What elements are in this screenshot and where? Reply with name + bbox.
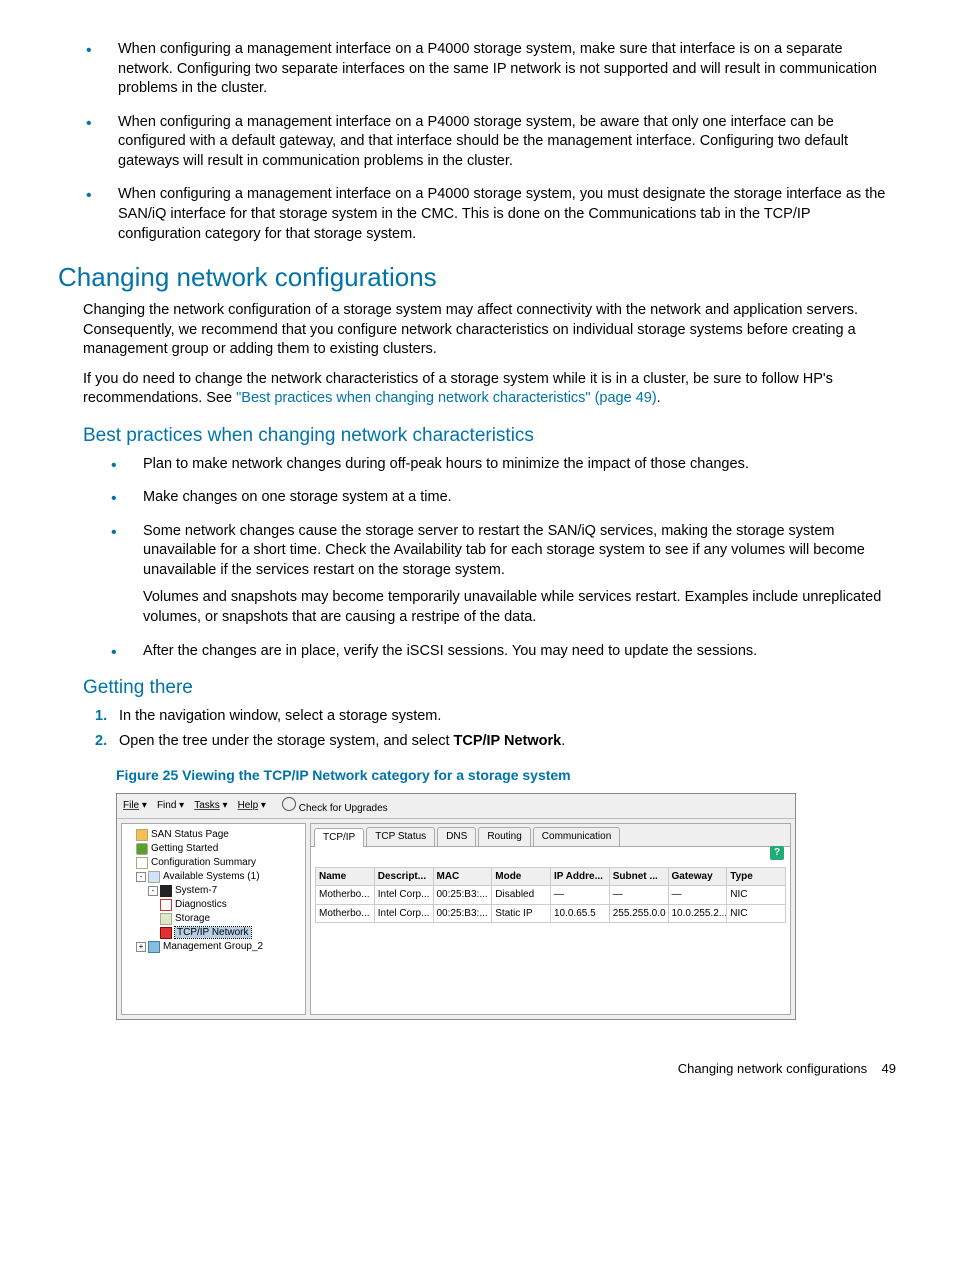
tree-storage[interactable]: Storage [160,912,303,926]
tab-tcp-status[interactable]: TCP Status [366,827,435,846]
collapse-icon[interactable]: - [148,886,158,896]
table-row[interactable]: Motherbo... Intel Corp... 00:25:B3:... S… [316,904,786,923]
bullet-item: Some network changes cause the storage s… [83,522,896,628]
menu-find[interactable]: Find ▾ [157,799,184,813]
para-intro-2: If you do need to change the network cha… [58,370,896,409]
text: . [657,390,661,406]
col-mac[interactable]: MAC [433,867,492,886]
nic-table: Name Descript... MAC Mode IP Addre... Su… [315,867,786,924]
col-name[interactable]: Name [316,867,375,886]
menu-file[interactable]: File ▾ [123,799,147,813]
menu-upgrades[interactable]: Check for Upgrades [276,797,388,816]
diagnostics-icon [160,899,172,911]
menubar: File ▾ Find ▾ Tasks ▾ Help ▾ Check for U… [117,794,795,820]
storage-icon [160,913,172,925]
tree-san-status[interactable]: SAN Status Page [136,828,303,842]
bold-tcpip: TCP/IP Network [454,733,562,749]
tree-pane: SAN Status Page Getting Started Configur… [121,823,306,1015]
tree-available-systems[interactable]: -Available Systems (1) -System-7 Diagnos… [136,870,303,940]
tree-getting-started[interactable]: Getting Started [136,842,303,856]
intro-bullets: When configuring a management interface … [58,40,896,244]
help-icon[interactable]: ? [770,846,784,860]
best-practices-list: Plan to make network changes during off-… [58,455,896,662]
expand-icon[interactable]: + [136,942,146,952]
bullet-item: After the changes are in place, verify t… [83,642,896,662]
figure-window: File ▾ Find ▾ Tasks ▾ Help ▾ Check for U… [116,793,796,1021]
menu-tasks[interactable]: Tasks ▾ [194,799,227,813]
heading-changing-network: Changing network configurations [58,260,896,295]
home-icon [136,829,148,841]
heading-best-practices: Best practices when changing network cha… [58,423,896,449]
collapse-icon[interactable]: - [136,872,146,882]
nested-note: Volumes and snapshots may become tempora… [143,588,896,627]
page-footer: Changing network configurations 49 [58,1060,896,1078]
update-icon [282,797,296,811]
text: Some network changes cause the storage s… [143,523,865,578]
tab-routing[interactable]: Routing [478,827,530,846]
para-intro-1: Changing the network configuration of a … [58,301,896,360]
table-row[interactable]: Motherbo... Intel Corp... 00:25:B3:... D… [316,886,786,905]
tree-config-summary[interactable]: Configuration Summary [136,856,303,870]
tree-diagnostics[interactable]: Diagnostics [160,898,303,912]
tree-system-7[interactable]: -System-7 Diagnostics Storage TCP/IP Net… [148,884,303,940]
heading-getting-there: Getting there [58,675,896,701]
tab-tcpip[interactable]: TCP/IP [314,828,364,847]
link-best-practices[interactable]: "Best practices when changing network ch… [236,390,657,406]
sigma-icon [136,857,148,869]
tree-tcpip-network[interactable]: TCP/IP Network [160,926,303,940]
bullet-item: Plan to make network changes during off-… [83,455,896,475]
group-icon [148,871,160,883]
text: Open the tree under the storage system, … [119,733,454,749]
detail-pane: TCP/IP TCP Status DNS Routing Communicat… [310,823,791,1015]
bullet-item: When configuring a management interface … [58,113,896,172]
col-ip[interactable]: IP Addre... [551,867,610,886]
text: . [561,733,565,749]
col-subnet[interactable]: Subnet ... [609,867,668,886]
col-type[interactable]: Type [727,867,786,886]
col-gateway[interactable]: Gateway [668,867,727,886]
col-description[interactable]: Descript... [374,867,433,886]
tab-dns[interactable]: DNS [437,827,476,846]
steps-list: In the navigation window, select a stora… [58,707,896,752]
network-icon [160,927,172,939]
step-1: In the navigation window, select a stora… [83,707,896,727]
tab-strip: TCP/IP TCP Status DNS Routing Communicat… [311,824,790,847]
table-header-row: Name Descript... MAC Mode IP Addre... Su… [316,867,786,886]
tree-management-group[interactable]: +Management Group_2 [136,940,303,954]
footer-page: 49 [882,1061,896,1076]
menu-help[interactable]: Help ▾ [238,799,266,813]
system-icon [160,885,172,897]
bullet-item: Make changes on one storage system at a … [83,488,896,508]
mgmt-group-icon [148,941,160,953]
bullet-item: When configuring a management interface … [58,185,896,244]
col-mode[interactable]: Mode [492,867,551,886]
footer-title: Changing network configurations [678,1061,867,1076]
arrow-icon [136,843,148,855]
bullet-item: When configuring a management interface … [58,40,896,99]
step-2: Open the tree under the storage system, … [83,732,896,752]
figure-caption: Figure 25 Viewing the TCP/IP Network cat… [116,766,896,785]
tab-communication[interactable]: Communication [533,827,620,846]
